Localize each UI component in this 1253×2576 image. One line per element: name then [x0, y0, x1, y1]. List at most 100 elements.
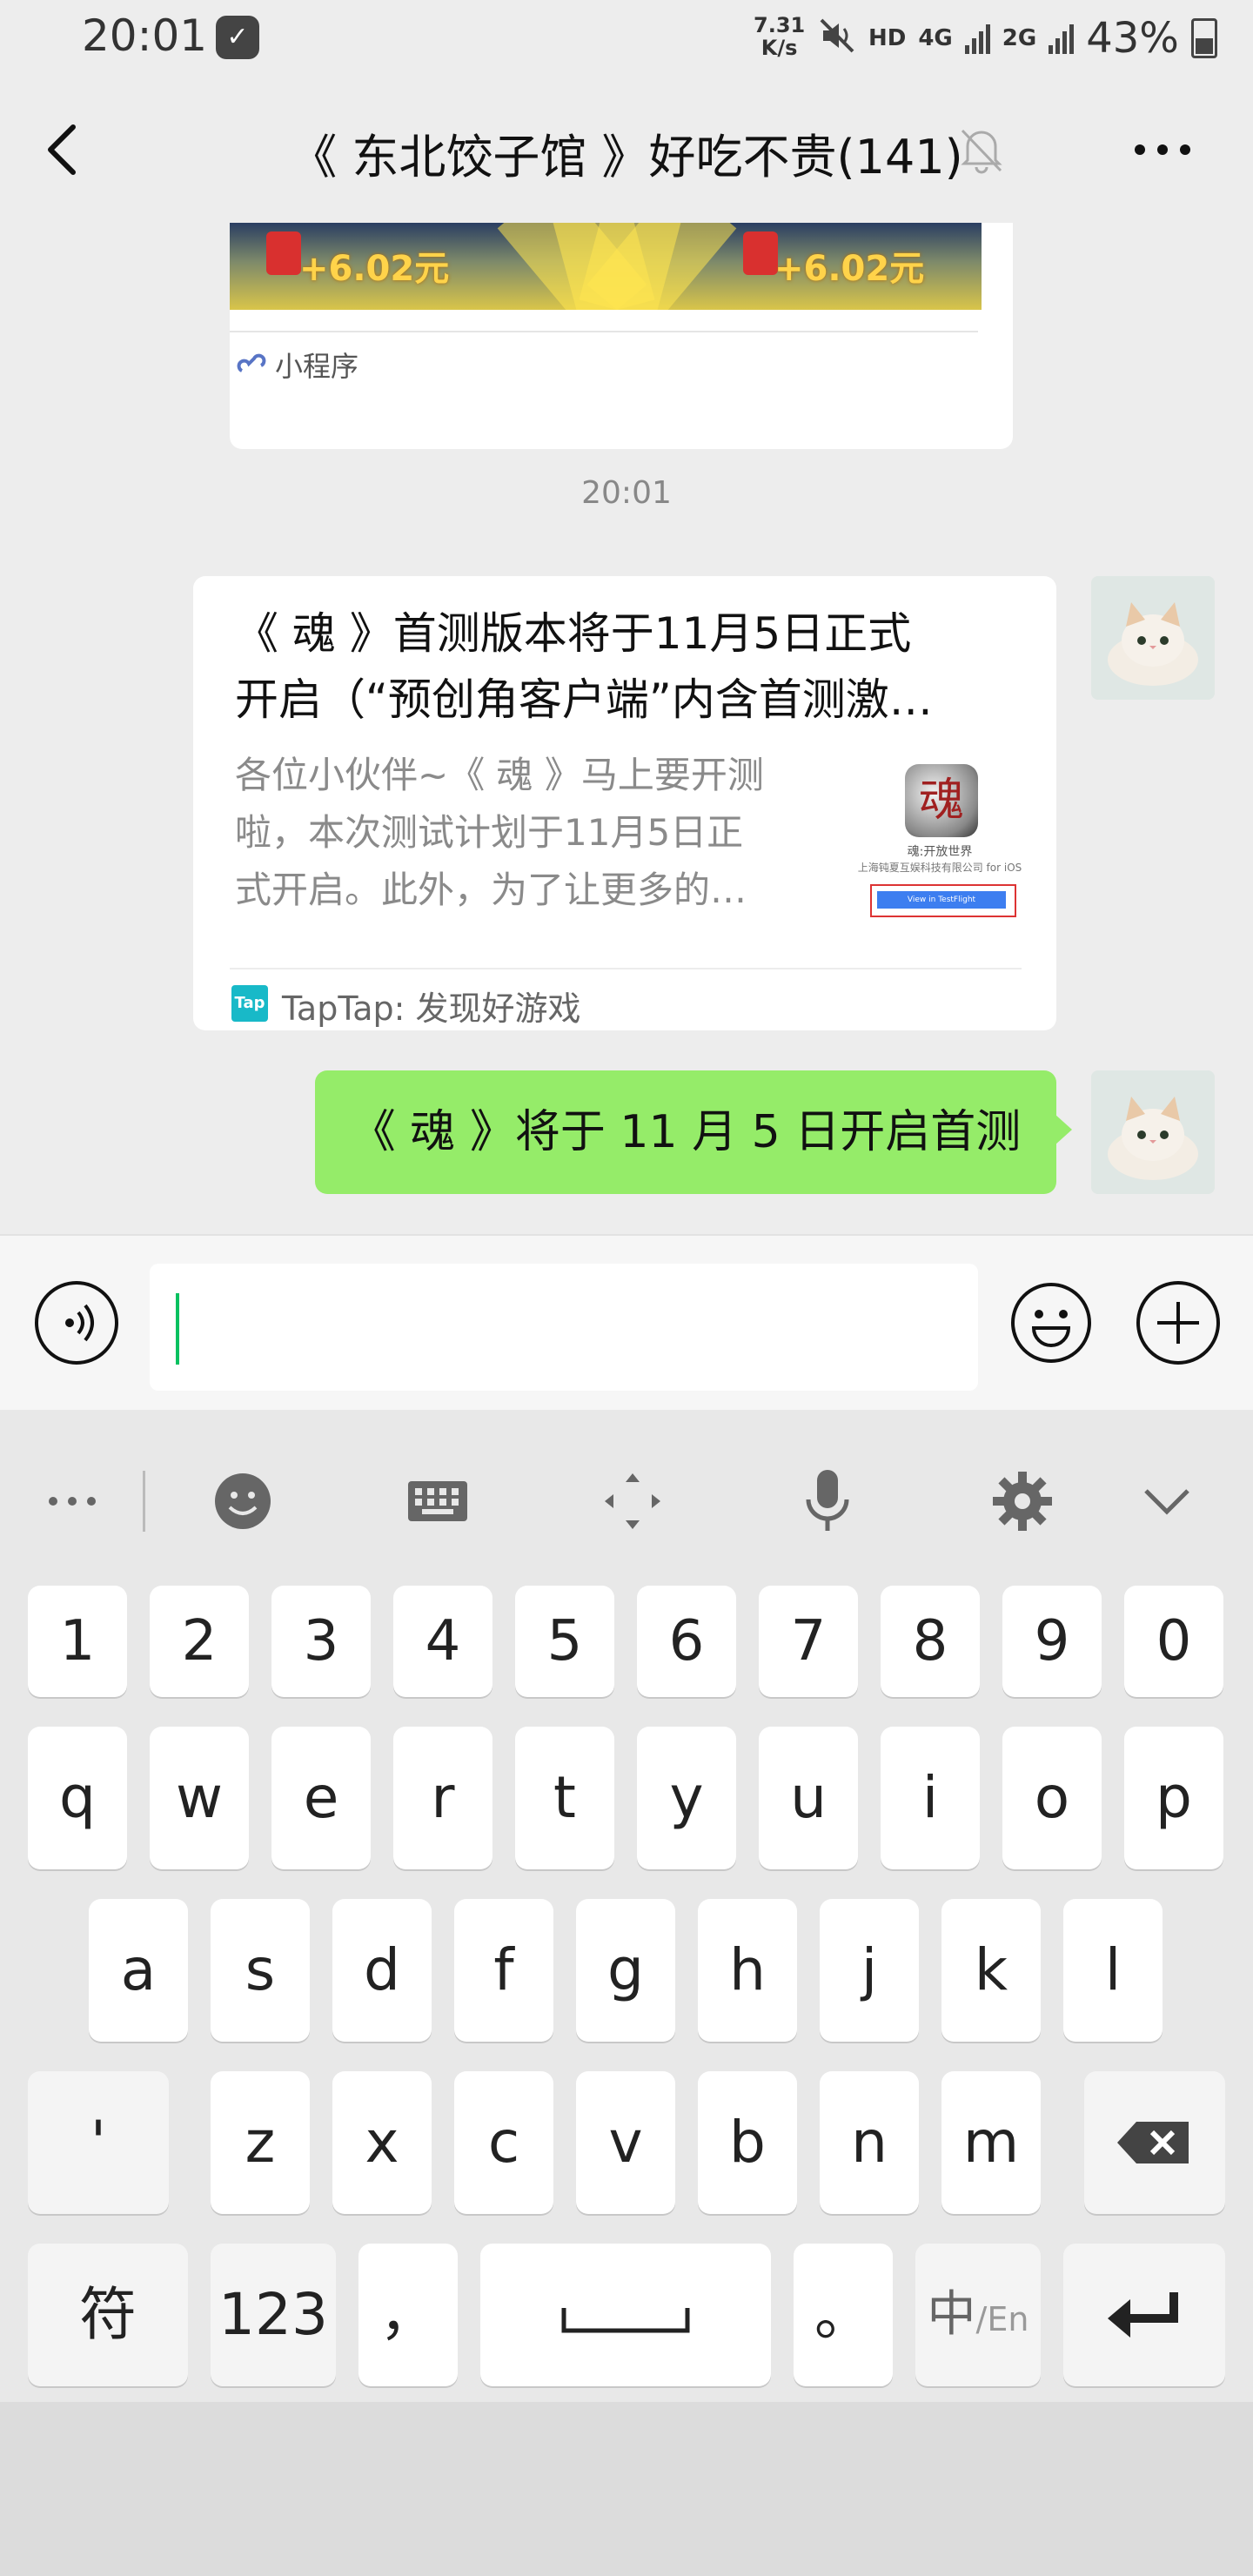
chat-header: 《 东北饺子馆 》好吃不贵(141): [0, 77, 1253, 223]
key-5[interactable]: 5: [515, 1586, 614, 1697]
key-u[interactable]: u: [759, 1727, 858, 1869]
numeric-key[interactable]: 123: [211, 2244, 336, 2386]
link-card[interactable]: 《 魂 》首测版本将于11月5日正式 开启（“预创角客户端”内含首测激… 各位小…: [193, 576, 1056, 1030]
toolbar-voice-button[interactable]: [788, 1462, 867, 1540]
message-timestamp: 20:01: [581, 475, 672, 511]
key-h[interactable]: h: [698, 1899, 797, 2042]
key-s[interactable]: s: [211, 1899, 310, 2042]
key-d[interactable]: d: [332, 1899, 432, 2042]
key-8[interactable]: 8: [881, 1586, 980, 1697]
space-key[interactable]: [480, 2244, 771, 2386]
gear-icon: [993, 1472, 1052, 1531]
toolbar-collapse-button[interactable]: [1128, 1462, 1206, 1540]
avatar[interactable]: [1091, 1070, 1215, 1194]
key-0[interactable]: 0: [1124, 1586, 1223, 1697]
voice-input-button[interactable]: [35, 1281, 118, 1365]
key-c[interactable]: c: [454, 2071, 553, 2214]
keyboard-bottom-area: [0, 2402, 1253, 2576]
taptap-icon: Tap: [231, 985, 268, 1022]
key-apostrophe[interactable]: ': [28, 2071, 169, 2214]
toolbar-keyboard-button[interactable]: [399, 1462, 477, 1540]
cat-avatar-icon: [1091, 576, 1215, 700]
key-w[interactable]: w: [150, 1727, 249, 1869]
enter-key[interactable]: [1063, 2244, 1225, 2386]
key-m[interactable]: m: [941, 2071, 1041, 2214]
key-y[interactable]: y: [637, 1727, 736, 1869]
smiley-icon: [1011, 1283, 1091, 1363]
key-t[interactable]: t: [515, 1727, 614, 1869]
link-thumbnail: 魂 魂:开放世界 上海钝夏互娱科技有限公司 for iOS View in Te…: [853, 764, 1027, 921]
language-switch-key[interactable]: 中/En: [915, 2244, 1041, 2386]
key-r[interactable]: r: [393, 1727, 492, 1869]
backspace-key[interactable]: [1084, 2071, 1225, 2214]
key-2[interactable]: 2: [150, 1586, 249, 1697]
key-3[interactable]: 3: [271, 1586, 371, 1697]
hd-badge: HD: [868, 25, 907, 51]
sent-message-text: 《 魂 》将于 11 月 5 日开启首测: [350, 1106, 1022, 1158]
network-speed-unit: K/s: [761, 36, 798, 60]
key-n[interactable]: n: [820, 2071, 919, 2214]
thumb-company: 上海钝夏互娱科技有限公司 for iOS: [857, 862, 1022, 874]
key-l[interactable]: l: [1063, 1899, 1163, 2042]
message-list[interactable]: +6.02元 +6.02元 小程序 20:01 《 魂 》首测版本将于11月5日…: [0, 223, 1253, 1234]
key-7[interactable]: 7: [759, 1586, 858, 1697]
message-text-field[interactable]: [150, 1264, 978, 1391]
status-time: 20:01: [82, 10, 208, 61]
key-x[interactable]: x: [332, 2071, 432, 2214]
key-f[interactable]: f: [454, 1899, 553, 2042]
key-6[interactable]: 6: [637, 1586, 736, 1697]
thumb-testflight-button: View in TestFlight: [870, 884, 1016, 917]
keyboard-toolbar: [0, 1410, 1253, 1584]
key-e[interactable]: e: [271, 1727, 371, 1869]
battery-icon: [1190, 18, 1217, 58]
emoji-button[interactable]: [1009, 1281, 1093, 1365]
more-functions-button[interactable]: [1136, 1281, 1220, 1365]
key-z[interactable]: z: [211, 2071, 310, 2214]
more-icon: [1135, 144, 1190, 155]
key-q[interactable]: q: [28, 1727, 127, 1869]
mini-program-icon: [237, 348, 266, 386]
period-key[interactable]: 。: [794, 2244, 893, 2386]
avatar[interactable]: [1091, 576, 1215, 700]
keyboard-icon: [408, 1481, 467, 1521]
key-o[interactable]: o: [1002, 1727, 1102, 1869]
move-cursor-icon: [605, 1473, 660, 1529]
link-description: 各位小伙伴~《 魂 》马上要开测 啦，本次测试计划于11月5日正 式开启。此外，…: [235, 747, 827, 919]
link-title-line-2: 开启（“预创角客户端”内含首测激…: [235, 674, 933, 725]
network-speed-value: 7.31: [754, 13, 806, 37]
battery-percent: 43%: [1086, 14, 1179, 63]
more-options-button[interactable]: [1128, 124, 1197, 176]
key-k[interactable]: k: [941, 1899, 1041, 2042]
key-j[interactable]: j: [820, 1899, 919, 2042]
plus-icon: [1157, 1302, 1199, 1344]
toolbar-more-button[interactable]: [33, 1462, 111, 1540]
toolbar-settings-button[interactable]: [983, 1462, 1062, 1540]
key-v[interactable]: v: [576, 2071, 675, 2214]
language-main: 中: [927, 2286, 976, 2343]
banner-amount-right: +6.02元: [774, 249, 925, 289]
comma-key[interactable]: ，: [358, 2244, 458, 2386]
key-p[interactable]: p: [1124, 1727, 1223, 1869]
link-title: 《 魂 》首测版本将于11月5日正式 开启（“预创角客户端”内含首测激…: [235, 600, 1018, 733]
toolbar-emoji-button[interactable]: [204, 1462, 282, 1540]
chat-title: 《 东北饺子馆 》好吃不贵(141): [290, 130, 963, 184]
game-app-icon: 魂: [905, 764, 978, 837]
key-g[interactable]: g: [576, 1899, 675, 2042]
key-a[interactable]: a: [89, 1899, 188, 2042]
signal-4g-icon: [964, 23, 990, 54]
key-b[interactable]: b: [698, 2071, 797, 2214]
message-input-bar: [0, 1234, 1253, 1412]
key-1[interactable]: 1: [28, 1586, 127, 1697]
link-desc-line-1: 各位小伙伴~《 魂 》马上要开测: [235, 754, 764, 796]
toolbar-cursor-button[interactable]: [593, 1462, 672, 1540]
net-4g-label: 4G: [918, 25, 953, 51]
mini-program-card[interactable]: +6.02元 +6.02元 小程序: [230, 223, 1013, 449]
mute-bell-icon: [954, 122, 1009, 178]
key-i[interactable]: i: [881, 1727, 980, 1869]
key-9[interactable]: 9: [1002, 1586, 1102, 1697]
symbols-key[interactable]: 符: [28, 2244, 188, 2386]
sent-message-bubble[interactable]: 《 魂 》将于 11 月 5 日开启首测: [315, 1070, 1072, 1194]
microphone-icon: [806, 1470, 849, 1531]
ellipsis-icon: [49, 1497, 96, 1506]
key-4[interactable]: 4: [393, 1586, 492, 1697]
